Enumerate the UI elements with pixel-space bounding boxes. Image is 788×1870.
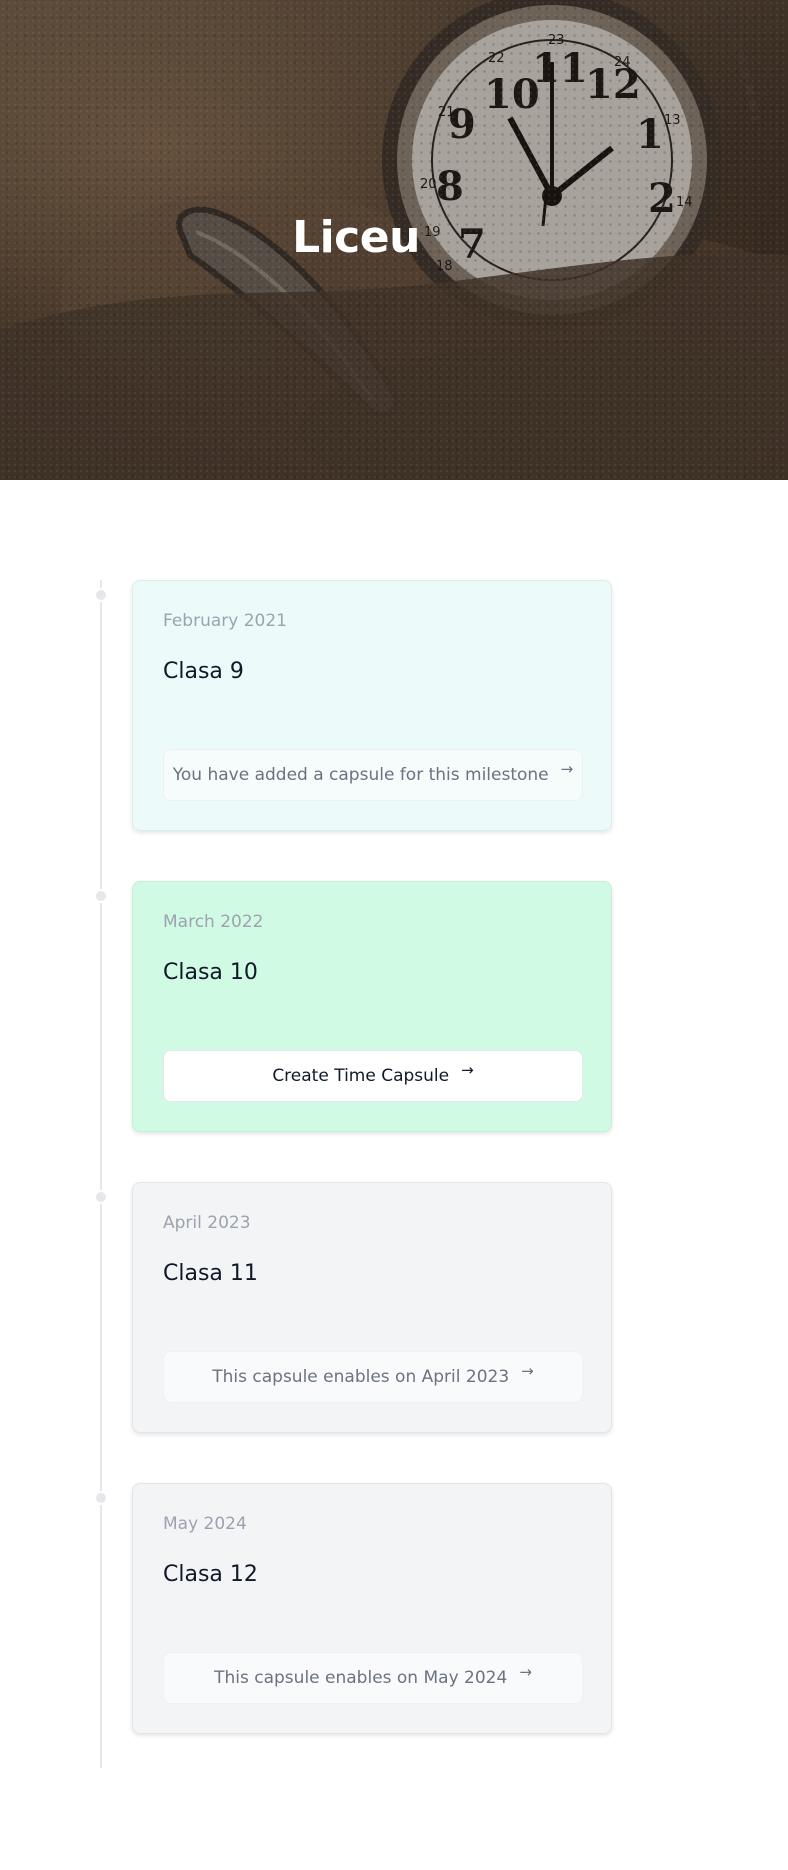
- milestone-item: March 2022 Clasa 10 Create Time Capsule …: [0, 781, 788, 1132]
- arrow-right-icon: →: [560, 760, 574, 778]
- timeline-dot: [94, 588, 108, 602]
- page-title: Liceu: [292, 212, 420, 263]
- action-label: This capsule enables on May 2024: [214, 1668, 508, 1688]
- milestone-timeline: February 2021 Clasa 9 You have added a c…: [0, 480, 788, 1870]
- milestone-title: Clasa 11: [163, 1261, 258, 1286]
- milestone-date: February 2021: [163, 611, 287, 631]
- timeline-dot: [94, 1491, 108, 1505]
- milestone-item: May 2024 Clasa 12 This capsule enables o…: [0, 1383, 788, 1734]
- arrow-right-icon: →: [519, 1663, 532, 1681]
- hero-banner: 10 11 12 1 2 9 8 7 22 23 24 21 20 13 14 …: [0, 0, 788, 480]
- milestone-date: April 2023: [163, 1213, 251, 1233]
- milestone-title: Clasa 9: [163, 659, 244, 684]
- milestone-title: Clasa 12: [163, 1562, 258, 1587]
- locked-capsule-button[interactable]: This capsule enables on May 2024 →: [163, 1652, 583, 1704]
- milestone-title: Clasa 10: [163, 960, 258, 985]
- arrow-right-icon: →: [461, 1061, 474, 1079]
- milestone-item: February 2021 Clasa 9 You have added a c…: [0, 480, 788, 831]
- milestone-date: March 2022: [163, 912, 264, 932]
- milestone-item: April 2023 Clasa 11 This capsule enables…: [0, 1082, 788, 1433]
- milestone-date: May 2024: [163, 1514, 247, 1534]
- timeline-dot: [94, 889, 108, 903]
- arrow-right-icon: →: [521, 1362, 534, 1380]
- timeline-dot: [94, 1190, 108, 1204]
- milestone-card: May 2024 Clasa 12 This capsule enables o…: [132, 1483, 612, 1734]
